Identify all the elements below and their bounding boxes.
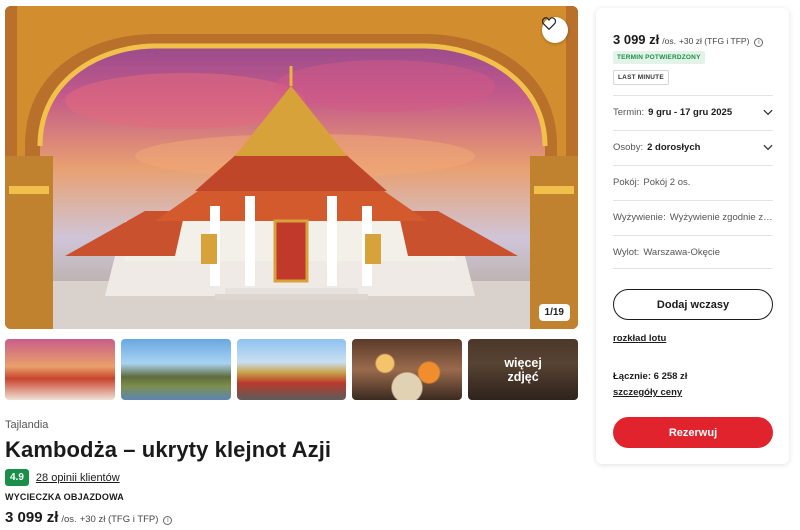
board-value: Wyżywienie zgodnie z programem — [669, 212, 773, 223]
confirmed-badge: TERMIN POTWIERDZONY — [613, 51, 705, 64]
booking-card: 3 099 zł /os. +30 zł (TFG i TFP) i TERMI… — [596, 8, 789, 464]
price-extra: +30 zł (TFG i TFP) — [79, 514, 159, 525]
thumbnail-1[interactable] — [5, 339, 115, 400]
temple-illustration — [5, 6, 578, 329]
departure-value: Warszawa-Okęcie — [643, 246, 721, 258]
thumbnail-4[interactable] — [352, 339, 463, 400]
persons-label: Osoby: — [613, 142, 644, 153]
favorite-button[interactable] — [542, 17, 568, 43]
booking-price-per-person: /os. — [662, 36, 676, 46]
add-holiday-button[interactable]: Dodaj wczasy — [613, 289, 773, 320]
thumbnail-3[interactable] — [236, 339, 347, 400]
flight-schedule-link[interactable]: rozkład lotu — [613, 333, 666, 344]
chevron-down-icon — [763, 143, 773, 153]
reviews-link[interactable]: 28 opinii klientów — [36, 472, 120, 484]
term-selector[interactable]: Termin: 9 gru - 17 gru 2025 — [613, 95, 773, 129]
info-icon[interactable]: i — [163, 516, 173, 525]
persons-selector[interactable]: Osoby: 2 dorosłych — [613, 130, 773, 164]
total-price: Łącznie: 6 258 zł — [613, 371, 688, 382]
rating-badge: 4.9 — [5, 469, 29, 486]
departure-label: Wylot: — [613, 246, 640, 258]
more-photos-line2: zdjęć — [507, 369, 539, 384]
main-photo[interactable]: 1/19 — [5, 6, 578, 329]
term-label: Termin: — [613, 107, 645, 118]
offer-price: 3 099 zł /os. +30 zł (TFG i TFP) i — [5, 509, 173, 526]
price-amount: 3 099 zł — [5, 509, 59, 526]
chevron-down-icon — [763, 108, 773, 118]
room-row: Pokój: Pokój 2 os. — [613, 165, 773, 199]
more-photos-thumbnail[interactable]: więcej zdjęć — [468, 339, 578, 400]
departure-row: Wylot: Warszawa-Okęcie — [613, 235, 773, 269]
country-label: Tajlandia — [5, 419, 49, 431]
info-icon[interactable]: i — [754, 38, 764, 47]
booking-price-extra: +30 zł (TFG i TFP) — [678, 36, 750, 46]
booking-price-amount: 3 099 zł — [613, 32, 660, 47]
price-per-person: /os. — [61, 514, 77, 525]
booking-price: 3 099 zł /os. +30 zł (TFG i TFP) i — [613, 32, 764, 47]
board-row: Wyżywienie: Wyżywienie zgodnie z program… — [613, 200, 773, 234]
last-minute-badge: LAST MINUTE — [613, 70, 669, 85]
price-details-link[interactable]: szczegóły ceny — [613, 387, 682, 398]
term-value: 9 gru - 17 gru 2025 — [648, 107, 733, 118]
thumbnail-2[interactable] — [120, 339, 231, 400]
room-label: Pokój: — [613, 177, 640, 188]
thumbnail-strip: więcej zdjęć — [5, 339, 578, 400]
photo-counter: 1/19 — [538, 304, 570, 321]
persons-value: 2 dorosłych — [647, 142, 701, 153]
more-photos-line1: więcej — [504, 355, 542, 370]
reserve-button[interactable]: Rezerwuj — [613, 417, 773, 448]
offer-title: Kambodża – ukryty klejnot Azji — [5, 437, 332, 462]
room-value: Pokój 2 os. — [643, 177, 691, 188]
board-label: Wyżywienie: — [613, 212, 666, 223]
rating-row: 4.9 28 opinii klientów — [5, 469, 120, 486]
heart-icon — [542, 17, 556, 30]
more-photos-label: więcej zdjęć — [468, 339, 578, 400]
trip-type-label: WYCIECZKA OBJAZDOWA — [5, 492, 124, 502]
